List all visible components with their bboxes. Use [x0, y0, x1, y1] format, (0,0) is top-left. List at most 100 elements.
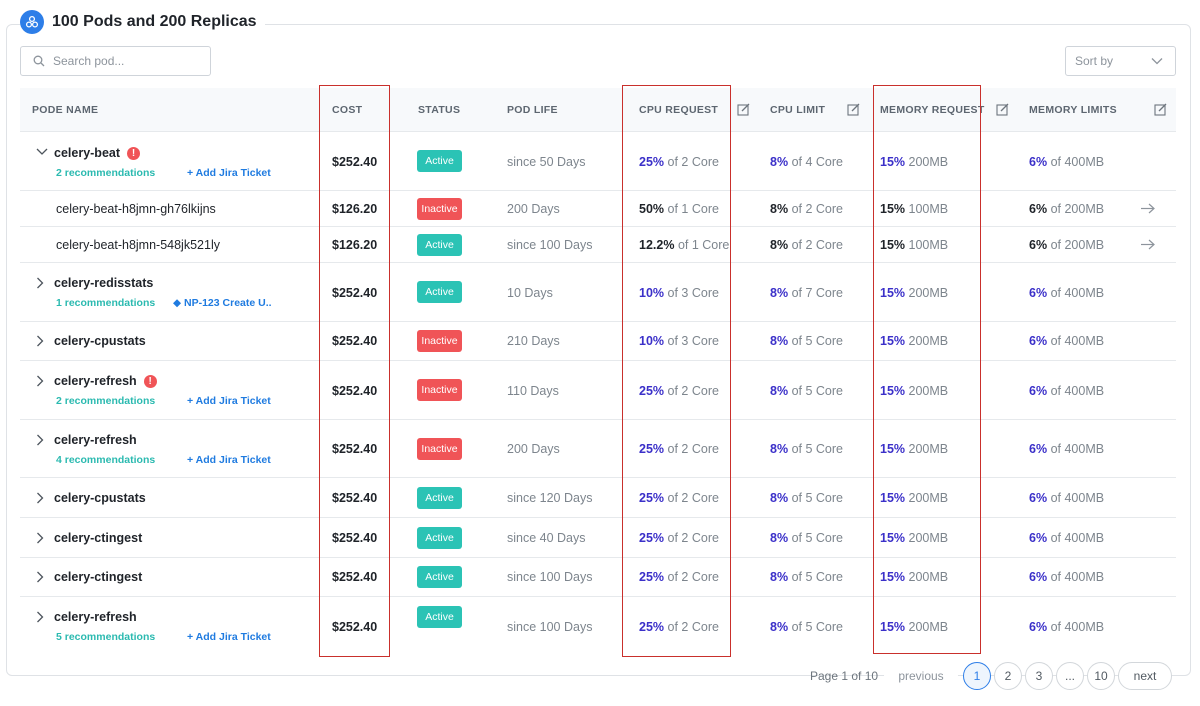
recommendations-link[interactable]: 4 recommendations [56, 454, 155, 466]
status-badge: Inactive [417, 379, 462, 401]
cpu-limit-value: 8% of 2 Core [770, 238, 843, 252]
page-ellipsis-button[interactable]: ... [1056, 662, 1084, 690]
pod-name[interactable]: celery-refresh! [54, 374, 157, 388]
cost-value: $252.40 [332, 442, 378, 456]
table-row[interactable]: celery-cpustats $252.40 Inactive 210 Day… [20, 322, 1176, 361]
alert-icon: ! [143, 375, 157, 388]
add-jira-ticket-link[interactable]: + Add Jira Ticket [187, 454, 271, 466]
pod-name[interactable]: celery-refresh [54, 610, 137, 624]
memory-limits-value: 6% of 200MB [1029, 202, 1105, 216]
search-box[interactable] [20, 46, 211, 76]
cpu-request-value: 25% of 2 Core [639, 491, 719, 505]
cost-value: $252.40 [332, 334, 378, 348]
pod-name[interactable]: celery-ctingest [54, 531, 142, 545]
chevron-right-icon[interactable] [36, 492, 44, 504]
replica-name[interactable]: celery-beat-h8jmn-548jk521ly [56, 238, 220, 252]
page-button[interactable]: 10 [1087, 662, 1115, 690]
cpu-request-value: 25% of 2 Core [639, 155, 719, 169]
table-row[interactable]: celery-refresh 5 recommendations + Add J… [20, 597, 1176, 657]
column-header-memory-limits[interactable]: MEMORY LIMITS [1029, 88, 1117, 132]
column-header-pod-life[interactable]: POD LIFE [507, 88, 558, 132]
memory-limits-value: 6% of 400MB [1029, 442, 1105, 456]
arrow-right-icon[interactable] [1141, 239, 1156, 250]
memory-request-value: 15% 200MB [880, 531, 949, 545]
cpu-limit-value: 8% of 5 Core [770, 531, 843, 545]
replica-name[interactable]: celery-beat-h8jmn-gh76lkijns [56, 202, 216, 216]
chevron-right-icon[interactable] [36, 571, 44, 583]
chevron-down-icon[interactable] [36, 148, 48, 156]
cpu-request-value: 25% of 2 Core [639, 570, 719, 584]
cpu-request-value: 10% of 3 Core [639, 334, 719, 348]
cpu-limit-value: 8% of 5 Core [770, 384, 843, 398]
table-row[interactable]: celery-cpustats $252.40 Active since 120… [20, 478, 1176, 518]
pod-name[interactable]: celery-refresh [54, 433, 137, 447]
chevron-right-icon[interactable] [36, 375, 44, 387]
previous-page-button[interactable]: previous [884, 662, 958, 690]
page-button[interactable]: 3 [1025, 662, 1053, 690]
edit-icon[interactable] [996, 103, 1009, 116]
memory-request-value: 15% 200MB [880, 286, 949, 300]
recommendations-link[interactable]: 1 recommendations [56, 297, 155, 309]
column-header-name[interactable]: PODE NAME [32, 88, 98, 132]
status-badge: Active [417, 281, 462, 303]
recommendations-link[interactable]: 2 recommendations [56, 167, 155, 179]
chevron-right-icon[interactable] [36, 532, 44, 544]
add-jira-ticket-link[interactable]: + Add Jira Ticket [187, 631, 271, 643]
pod-name[interactable]: celery-cpustats [54, 334, 146, 348]
jira-ticket-link[interactable]: ◆ NP-123 Create U.. [173, 297, 272, 309]
table-row[interactable]: celery-refresh! 2 recommendations + Add … [20, 361, 1176, 420]
table-row[interactable]: celery-redisstats 1 recommendations ◆ NP… [20, 263, 1176, 322]
search-input[interactable] [53, 54, 193, 68]
chevron-right-icon[interactable] [36, 335, 44, 347]
edit-icon[interactable] [1154, 103, 1167, 116]
pod-life: since 120 Days [507, 491, 593, 505]
cpu-request-value: 50% of 1 Core [639, 202, 719, 216]
pod-name[interactable]: celery-cpustats [54, 491, 146, 505]
cost-value: $252.40 [332, 384, 378, 398]
cpu-request-value: 25% of 2 Core [639, 442, 719, 456]
cpu-limit-value: 8% of 2 Core [770, 202, 843, 216]
recommendations-link[interactable]: 5 recommendations [56, 631, 155, 643]
memory-request-value: 15% 200MB [880, 334, 949, 348]
edit-icon[interactable] [847, 103, 860, 116]
plus-icon: + [187, 167, 196, 179]
page-title: 100 Pods and 200 Replicas [52, 13, 257, 30]
next-page-button[interactable]: next [1118, 662, 1172, 690]
cpu-request-value: 25% of 2 Core [639, 620, 719, 634]
pod-name[interactable]: celery-beat! [54, 146, 141, 160]
table-row[interactable]: celery-refresh 4 recommendations + Add J… [20, 420, 1176, 478]
page-button[interactable]: 2 [994, 662, 1022, 690]
table-row[interactable]: celery-ctingest $252.40 Active since 100… [20, 558, 1176, 597]
chevron-right-icon[interactable] [36, 277, 44, 289]
add-jira-ticket-link[interactable]: + Add Jira Ticket [187, 167, 271, 179]
edit-icon[interactable] [737, 103, 750, 116]
chevron-right-icon[interactable] [36, 611, 44, 623]
memory-request-value: 15% 200MB [880, 442, 949, 456]
cpu-request-value: 25% of 2 Core [639, 384, 719, 398]
page-button-current[interactable]: 1 [963, 662, 991, 690]
arrow-right-icon[interactable] [1141, 203, 1156, 214]
cpu-request-value: 25% of 2 Core [639, 531, 719, 545]
pod-life: 210 Days [507, 334, 560, 348]
sort-by-label: Sort by [1075, 54, 1114, 68]
column-header-status[interactable]: STATUS [418, 88, 460, 132]
table-row[interactable]: celery-beat-h8jmn-gh76lkijns $126.20 Ina… [20, 191, 1176, 227]
pod-name[interactable]: celery-redisstats [54, 276, 153, 290]
add-jira-ticket-link[interactable]: + Add Jira Ticket [187, 395, 271, 407]
pod-life: 110 Days [507, 384, 559, 398]
pod-life: since 100 Days [507, 620, 593, 634]
table-row[interactable]: celery-ctingest $252.40 Active since 40 … [20, 518, 1176, 558]
column-header-cpu-request[interactable]: CPU REQUEST [639, 88, 718, 132]
column-header-memory-request[interactable]: MEMORY REQUEST [880, 88, 985, 132]
recommendations-link[interactable]: 2 recommendations [56, 395, 155, 407]
column-header-cost[interactable]: COST [332, 88, 362, 132]
pod-life: 200 Days [507, 442, 560, 456]
table-row[interactable]: celery-beat-h8jmn-548jk521ly $126.20 Act… [20, 227, 1176, 263]
chevron-right-icon[interactable] [36, 434, 44, 446]
column-header-cpu-limit[interactable]: CPU LIMIT [770, 88, 825, 132]
table-row[interactable]: celery-beat! 2 recommendations + Add Jir… [20, 132, 1176, 191]
status-badge: Active [417, 234, 462, 256]
pod-name[interactable]: celery-ctingest [54, 570, 142, 584]
memory-limits-value: 6% of 400MB [1029, 491, 1105, 505]
sort-by-dropdown[interactable]: Sort by [1065, 46, 1176, 76]
